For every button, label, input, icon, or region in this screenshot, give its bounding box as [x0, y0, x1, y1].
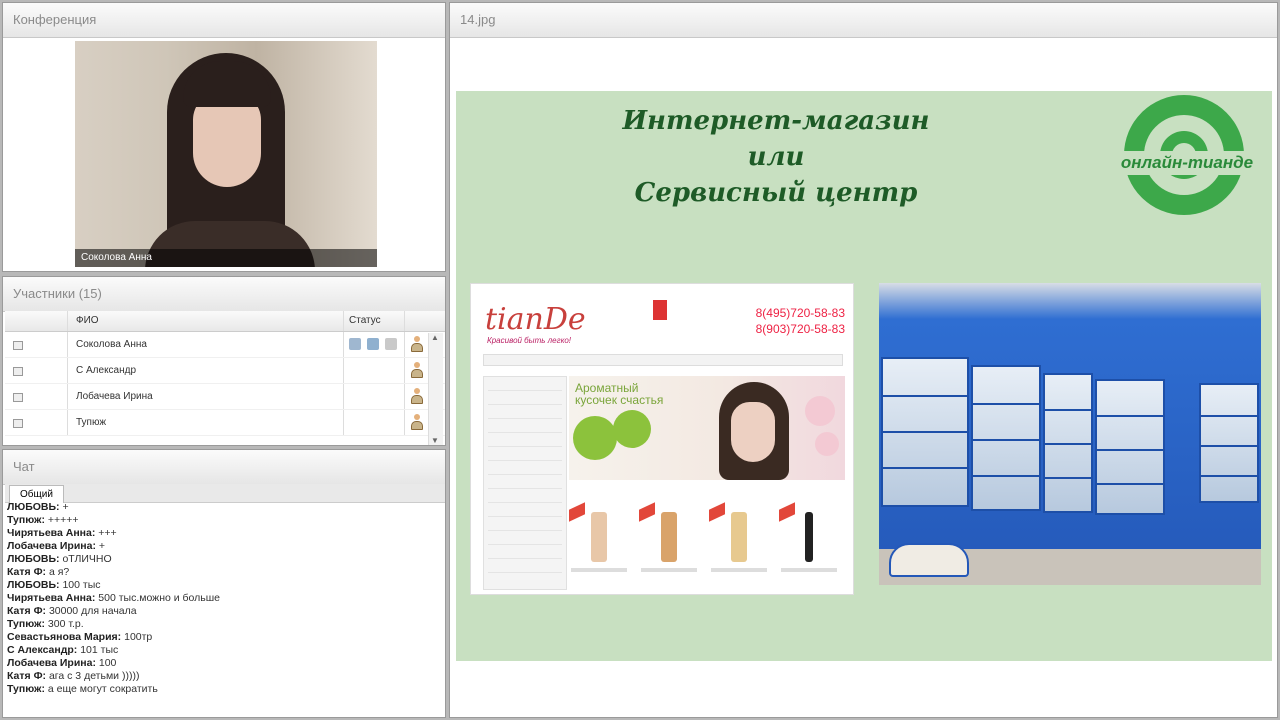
brand-tagline: Красивой быть легко! — [487, 336, 572, 345]
store-counter — [889, 543, 969, 577]
participant-name: С Александр — [68, 358, 344, 383]
screen-icon[interactable] — [385, 338, 397, 350]
row-icon — [13, 367, 23, 376]
column-header-status[interactable]: Статус — [345, 311, 405, 331]
participants-panel: Участники (15) ФИО Статус Соколова Анна … — [2, 276, 446, 446]
slide-filename: 14.jpg — [450, 3, 1277, 38]
phone-number: 8(495)720-58-83 — [755, 306, 845, 320]
chat-message: ЛЮБОВЬ: оТЛИЧНО — [7, 553, 112, 565]
participant-name: Лобачева Ирина — [68, 384, 344, 409]
scroll-up-icon[interactable]: ▲ — [431, 333, 439, 342]
participants-scrollbar[interactable]: ▲ ▼ — [428, 333, 443, 445]
flower-image — [815, 432, 839, 456]
user-icon — [411, 362, 423, 378]
site-banner: Ароматный кусочек счастья — [569, 376, 845, 480]
participant-name: Соколова Анна — [68, 332, 344, 357]
user-icon — [411, 414, 423, 430]
participants-header-row: ФИО Статус — [5, 311, 445, 332]
row-icon — [13, 341, 23, 350]
apple-image — [613, 410, 651, 448]
slide-heading-line: Сервисный центр — [634, 178, 918, 208]
chat-message: Чирятьева Анна: +++ — [7, 527, 117, 539]
logo-text: онлайн-тианде — [1102, 151, 1272, 175]
camera-icon[interactable] — [349, 338, 361, 350]
microphone-icon[interactable] — [367, 338, 379, 350]
participant-name: Тупюж — [68, 410, 344, 435]
product-card — [709, 502, 769, 586]
video-speaker-label: Соколова Анна — [75, 249, 377, 267]
slide-heading-line: Интернет-магазин — [622, 106, 930, 136]
model-face — [731, 402, 775, 462]
participants-title: Участники (15) — [3, 277, 445, 312]
chat-title: Чат — [3, 450, 445, 485]
chat-message: Чирятьева Анна: 500 тыс.можно и больше — [7, 592, 221, 604]
presentation-slide: Интернет-магазин или Сервисный центр онл… — [456, 91, 1272, 661]
chat-message: ЛЮБОВЬ: 100 тыс — [7, 579, 101, 591]
chat-message: С Александр: 101 тыс — [7, 644, 119, 656]
flower-image — [805, 396, 835, 426]
chat-message: Тупюж: +++++ — [7, 514, 79, 526]
apple-image — [573, 416, 617, 460]
table-row[interactable]: Лобачева Ирина — [5, 384, 445, 410]
site-category-menu — [483, 376, 567, 590]
chat-message: Севастьянова Мария: 100тр — [7, 631, 153, 643]
user-icon — [411, 388, 423, 404]
conference-title: Конференция — [3, 3, 445, 38]
participants-table: ФИО Статус Соколова Анна С Александр Лоб… — [5, 311, 445, 436]
chat-message: Катя Ф: 30000 для начала — [7, 605, 137, 617]
website-screenshot: tianDe Красивой быть легко! 8(495)720-58… — [470, 283, 854, 595]
chat-message: Тупюж: 300 т.р. — [7, 618, 84, 630]
video-stream[interactable]: Соколова Анна — [75, 41, 377, 267]
table-row[interactable]: С Александр — [5, 358, 445, 384]
chat-panel: Чат Общий ЛЮБОВЬ: + Тупюж: +++++ Чирятье… — [2, 449, 446, 718]
row-icon — [13, 419, 23, 428]
slide-heading: Интернет-магазин или Сервисный центр — [556, 103, 996, 211]
slide-heading-line: или — [747, 142, 805, 172]
table-row[interactable]: Соколова Анна — [5, 332, 445, 358]
product-card — [639, 502, 699, 586]
site-product-row — [569, 500, 845, 592]
chat-message: Лобачева Ирина: + — [7, 540, 106, 552]
shopping-bag-icon — [653, 300, 667, 320]
scroll-down-icon[interactable]: ▼ — [431, 436, 439, 445]
chat-message: Тупюж: а еще могут сократить — [7, 683, 158, 695]
chat-message: Катя Ф: ага с 3 детьми ))))) — [7, 670, 140, 682]
service-center-photo — [879, 283, 1261, 585]
user-icon — [411, 336, 423, 352]
conference-panel: Конференция Соколова Анна — [2, 2, 446, 272]
product-card — [779, 502, 839, 586]
slide-panel: 14.jpg Интернет-магазин или Сервисный це… — [449, 2, 1278, 718]
chat-messages: ЛЮБОВЬ: + Тупюж: +++++ Чирятьева Анна: +… — [7, 501, 443, 696]
chat-message: Лобачева Ирина: 100 — [7, 657, 117, 669]
row-icon — [13, 393, 23, 402]
phone-number: 8(903)720-58-83 — [755, 322, 845, 336]
chat-message: ЛЮБОВЬ: + — [7, 501, 69, 513]
column-header-name[interactable]: ФИО — [68, 311, 344, 331]
product-card — [569, 502, 629, 586]
chat-message: Катя Ф: а я? — [7, 566, 70, 578]
site-nav-bar — [483, 354, 843, 366]
table-row[interactable]: Тупюж — [5, 410, 445, 436]
brand-logo: tianDe — [485, 302, 586, 337]
banner-text: Ароматный кусочек счастья — [575, 381, 664, 407]
